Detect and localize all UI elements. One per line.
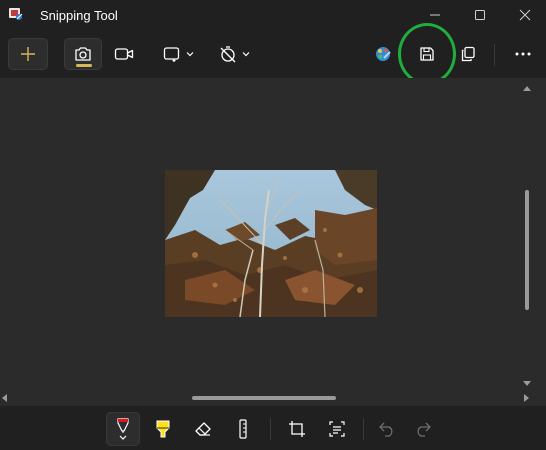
chevron-down-icon <box>186 52 194 57</box>
snipping-tool-app-icon <box>9 8 23 20</box>
minimize-button[interactable] <box>412 0 458 30</box>
redo-button[interactable] <box>406 412 440 446</box>
text-actions-icon <box>329 421 345 437</box>
edit-in-paint-button[interactable] <box>367 38 399 70</box>
toolbar-divider <box>494 44 495 66</box>
save-icon <box>420 47 434 61</box>
app-title: Snipping Tool <box>40 8 118 23</box>
crop-icon <box>289 421 305 437</box>
video-camera-icon <box>114 48 134 60</box>
redo-icon <box>417 422 431 437</box>
snip-image <box>165 170 377 317</box>
crop-button[interactable] <box>280 412 314 446</box>
toolbar-divider <box>363 418 364 440</box>
markup-toolbar <box>0 406 546 450</box>
paint-icon <box>376 47 391 61</box>
chevron-down-icon <box>242 52 250 57</box>
title-bar: Snipping Tool <box>0 0 546 30</box>
scroll-down-arrow-icon[interactable] <box>523 381 531 386</box>
selected-mode-indicator <box>76 64 92 67</box>
toolbar-divider <box>270 418 271 440</box>
undo-button[interactable] <box>370 412 404 446</box>
delay-dropdown[interactable] <box>219 38 251 70</box>
ballpoint-pen-icon <box>117 418 129 440</box>
snip-canvas <box>0 78 546 406</box>
highlighter-icon <box>156 420 170 438</box>
camera-icon <box>75 47 91 61</box>
plus-icon <box>21 47 35 61</box>
scroll-right-arrow-icon[interactable] <box>524 394 529 402</box>
scroll-up-arrow-icon[interactable] <box>523 86 531 91</box>
highlighter-button[interactable] <box>146 412 180 446</box>
more-icon <box>515 52 531 56</box>
capture-mode-group <box>64 38 142 70</box>
maximize-button[interactable] <box>457 0 503 30</box>
more-options-button[interactable] <box>507 38 539 70</box>
ruler-icon <box>239 419 247 439</box>
save-button[interactable] <box>411 38 443 70</box>
snip-mode-button[interactable] <box>64 38 102 70</box>
scroll-left-arrow-icon[interactable] <box>2 394 7 402</box>
horizontal-scrollbar[interactable] <box>192 396 336 400</box>
maximize-icon <box>475 10 485 20</box>
eraser-button[interactable] <box>186 412 220 446</box>
main-toolbar <box>0 30 546 78</box>
close-button[interactable] <box>502 0 546 30</box>
copy-button[interactable] <box>452 38 484 70</box>
eraser-icon <box>195 422 211 436</box>
snip-shape-dropdown[interactable] <box>163 38 195 70</box>
no-timer-icon <box>220 46 236 63</box>
new-snip-button[interactable] <box>8 38 48 70</box>
record-mode-button[interactable] <box>106 38 142 70</box>
rectangle-snip-icon <box>163 47 180 62</box>
ballpoint-pen-button[interactable] <box>106 412 140 446</box>
vertical-scrollbar[interactable] <box>525 190 529 310</box>
undo-icon <box>379 422 393 437</box>
text-actions-button[interactable] <box>320 412 354 446</box>
ruler-button[interactable] <box>226 412 260 446</box>
minimize-icon <box>430 14 440 16</box>
close-icon <box>519 9 531 21</box>
copy-icon <box>461 46 475 62</box>
